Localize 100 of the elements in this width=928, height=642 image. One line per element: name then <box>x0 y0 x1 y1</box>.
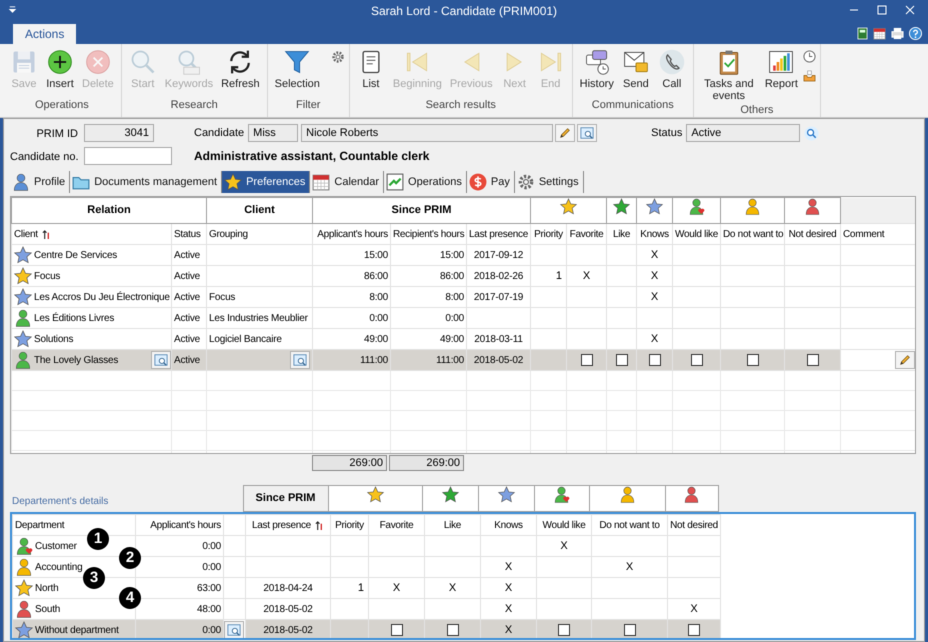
tab[interactable]: Calendar <box>310 171 384 193</box>
plus-icon <box>46 48 74 76</box>
group-header: Since PRIM <box>312 198 531 224</box>
ribbon-button[interactable]: History <box>576 48 617 90</box>
card-search-icon <box>227 623 241 637</box>
ribbon-button[interactable]: Tasks and events <box>698 48 760 102</box>
lookup-button[interactable] <box>577 124 598 142</box>
maximize-icon <box>877 5 887 15</box>
tab[interactable]: Documents management <box>70 171 222 193</box>
search-icon <box>804 126 819 140</box>
column-header[interactable]: Applicant's hours <box>136 514 224 536</box>
checkbox[interactable] <box>746 354 759 366</box>
checkbox[interactable] <box>390 624 402 636</box>
ribbon-button[interactable]: Refresh <box>218 48 263 90</box>
gear-icon <box>516 173 535 191</box>
sort-arrow-icon <box>314 520 324 530</box>
ribbon-button[interactable]: Selection <box>272 48 323 90</box>
prim-id-field[interactable]: 3041 <box>84 124 154 142</box>
lookup-button[interactable] <box>290 351 310 369</box>
pencil-icon <box>558 126 572 140</box>
ribbon-button[interactable]: Report <box>762 48 801 90</box>
client-name: Les Éditions Livres <box>34 311 116 326</box>
checkbox[interactable] <box>446 624 458 636</box>
window-title: Sarah Lord - Candidate (PRIM001) <box>370 3 558 20</box>
card-search-icon <box>293 353 307 367</box>
client-name: Centre De Services <box>34 248 118 262</box>
person-icon <box>12 173 30 191</box>
field-label: Candidate no. <box>10 151 78 163</box>
table-row[interactable]: Les Éditions Livres Active Les Industries Meublier 0:00 0:00 <box>12 308 915 328</box>
group-label: Communications <box>590 98 675 112</box>
table-row[interactable]: Les Accros Du Jeu Électronique Active Focus 8:00 8:00 2017-07-19 X <box>12 286 915 308</box>
lookup-button[interactable] <box>224 621 244 638</box>
ribbon-button[interactable]: Insert <box>43 48 77 90</box>
section-title: Departement's details <box>11 496 108 506</box>
table-row[interactable]: Solutions Active Logiciel Bancaire 49:00 49:00 2018-03-11 X <box>12 328 915 350</box>
table-row[interactable]: Focus Active 86:00 86:00 2018-02-26 1 X X <box>12 266 915 286</box>
tab[interactable]: Operations <box>384 171 467 193</box>
ribbon-button[interactable]: Call <box>654 48 689 90</box>
department-name: Without department <box>35 624 119 638</box>
edit-button[interactable] <box>555 124 576 142</box>
total-field: 269:00 <box>312 455 387 471</box>
phone-icon <box>658 48 686 76</box>
status-field[interactable]: Active <box>686 124 800 142</box>
checkbox[interactable] <box>688 624 700 636</box>
department-name: North <box>35 582 58 596</box>
edit-button[interactable] <box>895 351 915 369</box>
search-icon <box>128 48 157 76</box>
table-cell: 2018-05-02 <box>466 350 531 370</box>
group-label: Filter <box>295 98 322 112</box>
field-label: Candidate <box>194 126 244 141</box>
group-label: Research <box>170 98 219 112</box>
client-name: Les Accros Du Jeu Électronique <box>34 290 171 304</box>
field-label: Status <box>651 126 682 141</box>
funnel-icon <box>283 48 312 76</box>
tray-icon <box>802 69 816 82</box>
tab[interactable]: Preferences <box>222 171 310 193</box>
checkbox[interactable] <box>580 354 593 366</box>
checkbox[interactable] <box>648 354 661 366</box>
checkbox[interactable] <box>690 354 703 366</box>
table-cell: 111:00 <box>390 350 466 370</box>
table-row[interactable]: Centre De Services Active 15:00 15:00 2017-09-12 X <box>12 244 915 266</box>
gear-icon <box>330 50 345 64</box>
checkbox[interactable] <box>558 624 570 636</box>
checkbox[interactable] <box>806 354 819 366</box>
clock-icon <box>802 50 816 63</box>
star-icon <box>224 173 242 191</box>
name-field[interactable]: Nicole Roberts <box>301 124 554 142</box>
pencil-icon <box>898 353 912 367</box>
client-name: The Lovely Glasses <box>34 354 120 368</box>
calendar-icon <box>873 27 886 40</box>
card-search-icon <box>154 353 168 367</box>
ribbon-button[interactable]: List <box>354 48 388 90</box>
bar-chart-icon <box>767 48 796 76</box>
group-header: Since PRIM <box>243 486 328 512</box>
ribbon-button[interactable]: Send <box>618 48 653 90</box>
tab[interactable]: Profile <box>10 171 70 193</box>
tab[interactable]: Pay <box>466 171 515 193</box>
calendar-icon <box>312 173 330 191</box>
ribbon-tab[interactable]: Actions <box>13 24 76 44</box>
group-header: Relation <box>12 198 206 224</box>
table-cell: 111:00 <box>312 350 390 370</box>
table-row[interactable]: The Lovely Glasses Active 111:00 111:00 2018-05-02 <box>12 350 915 370</box>
candidate-number-field[interactable] <box>84 147 172 165</box>
group-label: Operations <box>34 98 90 112</box>
group-label: Others <box>739 103 774 118</box>
lookup-button[interactable] <box>151 351 171 369</box>
delete-icon <box>84 48 112 76</box>
client-name: Focus <box>34 270 62 284</box>
search-button[interactable] <box>802 124 820 142</box>
salutation-field[interactable]: Miss <box>248 124 298 142</box>
checkbox[interactable] <box>616 354 628 366</box>
department-name: South <box>35 602 60 616</box>
tab[interactable]: Settings <box>514 171 584 193</box>
coin-icon <box>468 173 487 191</box>
total-field: 269:00 <box>389 455 464 471</box>
column-header[interactable]: Last presence <box>246 514 330 536</box>
group-label: Search results <box>424 98 497 112</box>
printer-icon <box>891 27 904 40</box>
group-header: Client <box>206 198 312 224</box>
checkbox[interactable] <box>624 624 636 636</box>
